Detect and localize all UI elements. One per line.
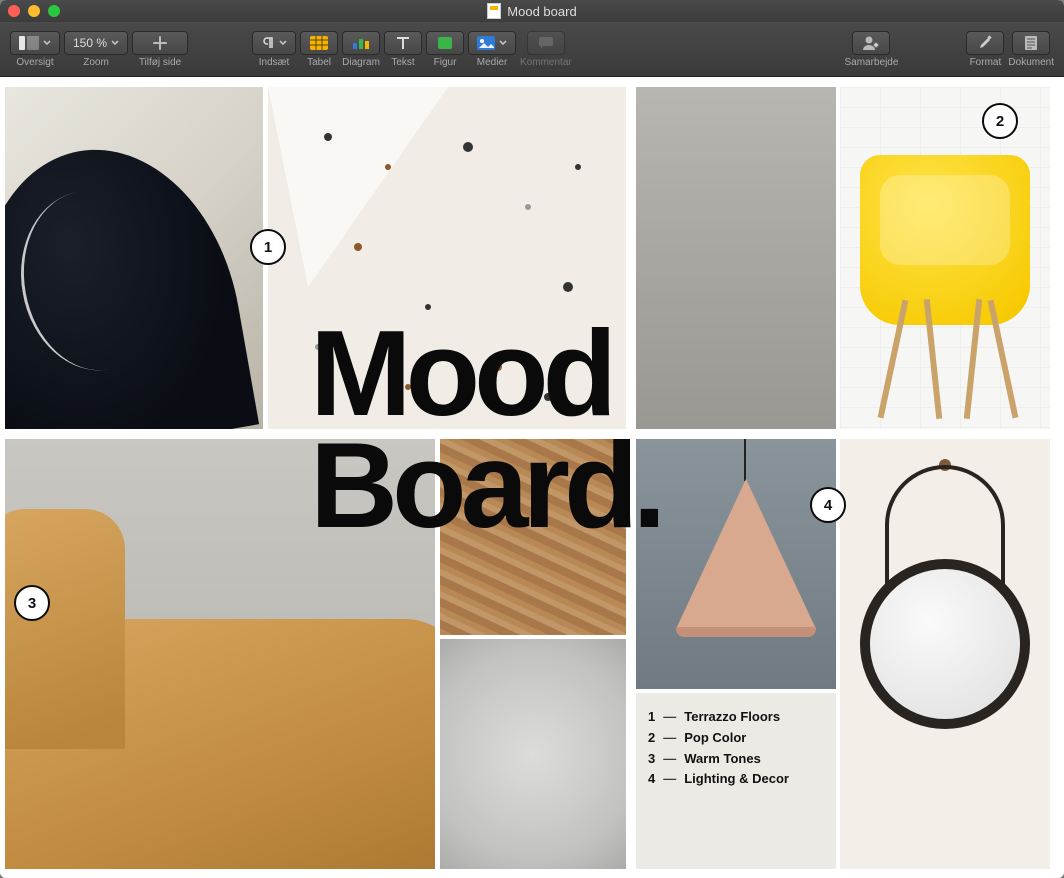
toolbar-group-figur: Figur (426, 31, 464, 68)
chart-icon (352, 36, 370, 50)
table-button[interactable] (300, 31, 338, 55)
legend-row: 4 — Lighting & Decor (648, 769, 824, 790)
comment-icon (538, 36, 554, 50)
shape-button[interactable] (426, 31, 464, 55)
toolbar-group-medier: Medier (468, 31, 516, 68)
add-page-label: Tilføj side (139, 57, 181, 68)
traffic-lights (8, 5, 60, 17)
fullscreen-window-button[interactable] (48, 5, 60, 17)
zoom-label: Zoom (83, 57, 109, 68)
toolbar: Oversigt 150 % Zoom Tilføj side (0, 22, 1064, 77)
legend-sep: — (663, 769, 676, 790)
collaborate-label: Samarbejde (845, 57, 899, 68)
minimize-window-button[interactable] (28, 5, 40, 17)
headline-text[interactable]: Mood Board. (310, 317, 660, 541)
image-black-chair[interactable] (5, 87, 263, 429)
insert-label: Indsæt (259, 57, 290, 68)
comment-button[interactable] (527, 31, 565, 55)
headline-line2: Board. (310, 417, 660, 553)
window-title: Mood board (507, 4, 576, 19)
callout-badge-3[interactable]: 3 (14, 585, 50, 621)
legend-sep: — (663, 749, 676, 770)
add-page-button[interactable] (132, 31, 188, 55)
legend-text: Pop Color (684, 728, 746, 749)
close-window-button[interactable] (8, 5, 20, 17)
format-button[interactable] (966, 31, 1004, 55)
page-icon (1024, 35, 1038, 51)
toolbar-group-tabel: Tabel (300, 31, 338, 68)
legend-text: Warm Tones (684, 749, 761, 770)
legend-num: 4 (648, 769, 655, 790)
toolbar-group-oversigt: Oversigt (10, 31, 60, 68)
document-button[interactable] (1012, 31, 1050, 55)
document-icon (487, 3, 501, 19)
image-grey-fur[interactable] (440, 639, 626, 869)
window-title-wrap: Mood board (0, 3, 1064, 19)
paintbrush-icon (977, 35, 993, 51)
text-icon (395, 36, 411, 50)
legend-text: Terrazzo Floors (684, 707, 780, 728)
toolbar-group-diagram: Diagram (342, 31, 380, 68)
toolbar-group-kommentar: Kommentar (520, 31, 572, 68)
legend-num: 2 (648, 728, 655, 749)
app-window: Mood board Oversigt 150 % Zoom (0, 0, 1064, 878)
paragraph-icon (261, 36, 275, 50)
callout-badge-1[interactable]: 1 (250, 229, 286, 265)
toolbar-group-dokument: Dokument (1008, 31, 1054, 68)
collaborate-button[interactable] (852, 31, 890, 55)
legend-sep: — (663, 728, 676, 749)
image-yellow-chair[interactable] (840, 87, 1050, 429)
shape-icon (437, 36, 453, 50)
legend-text: Lighting & Decor (684, 769, 789, 790)
shape-label: Figur (434, 57, 457, 68)
legend-row: 3 — Warm Tones (648, 749, 824, 770)
zoom-value: 150 % (73, 36, 107, 50)
image-pendant-lamp[interactable] (636, 439, 836, 689)
table-icon (310, 36, 328, 50)
comment-label: Kommentar (520, 57, 572, 68)
media-label: Medier (477, 57, 508, 68)
oversigt-label: Oversigt (16, 57, 53, 68)
chart-label: Diagram (342, 57, 380, 68)
titlebar: Mood board (0, 0, 1064, 22)
format-label: Format (970, 57, 1002, 68)
zoom-dropdown[interactable]: 150 % (64, 31, 128, 55)
document-canvas[interactable]: 1 — Terrazzo Floors 2 — Pop Color 3 — Wa… (0, 77, 1064, 878)
legend-num: 1 (648, 707, 655, 728)
legend-num: 3 (648, 749, 655, 770)
toolbar-group-zoom: 150 % Zoom (64, 31, 128, 68)
image-round-mirror[interactable] (840, 439, 1050, 869)
text-button[interactable] (384, 31, 422, 55)
media-button[interactable] (468, 31, 516, 55)
document-label: Dokument (1008, 57, 1054, 68)
legend-panel[interactable]: 1 — Terrazzo Floors 2 — Pop Color 3 — Wa… (636, 693, 836, 869)
callout-badge-2[interactable]: 2 (982, 103, 1018, 139)
toolbar-group-indsaet: Indsæt (252, 31, 296, 68)
table-label: Tabel (307, 57, 331, 68)
toolbar-group-tekst: Tekst (384, 31, 422, 68)
callout-badge-4[interactable]: 4 (810, 487, 846, 523)
legend-sep: — (663, 707, 676, 728)
image-concrete[interactable] (636, 87, 836, 429)
chart-button[interactable] (342, 31, 380, 55)
toolbar-group-addpage: Tilføj side (132, 31, 188, 68)
plus-icon (153, 36, 167, 50)
toolbar-group-format: Format (966, 31, 1004, 68)
text-label: Tekst (391, 57, 414, 68)
legend-row: 2 — Pop Color (648, 728, 824, 749)
person-add-icon (862, 35, 880, 51)
image-icon (477, 36, 495, 50)
oversigt-button[interactable] (10, 31, 60, 55)
toolbar-group-samarbejde: Samarbejde (845, 31, 899, 68)
insert-button[interactable] (252, 31, 296, 55)
legend-row: 1 — Terrazzo Floors (648, 707, 824, 728)
